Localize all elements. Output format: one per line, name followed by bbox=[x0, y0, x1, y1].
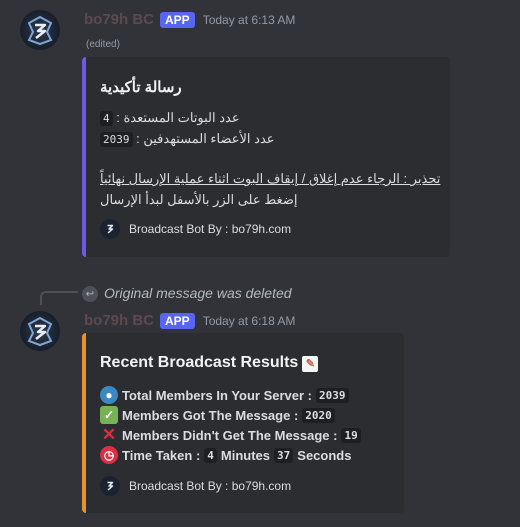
time-seconds-unit: Seconds bbox=[297, 447, 352, 463]
time-taken-line: ◷ Time Taken : 4 Minutes 37 Seconds bbox=[100, 446, 351, 464]
results-embed: Recent Broadcast Results ✎ ● Total Member… bbox=[82, 333, 404, 513]
total-members-line: ● Total Members In Your Server : 2039 bbox=[100, 386, 349, 404]
ready-bots-line: عدد البوتات المستعدة : 4 bbox=[100, 110, 240, 126]
members-icon: ● bbox=[100, 386, 118, 404]
cross-icon: ✕ bbox=[101, 425, 117, 444]
embed-title: Recent Broadcast Results ✎ bbox=[100, 354, 319, 372]
target-members-value: 2039 bbox=[100, 132, 133, 147]
message2-header: bo79h BC APP Today at 6:18 AM bbox=[84, 312, 295, 329]
app-badge: APP bbox=[160, 312, 195, 329]
message1-header: bo79h BC APP Today at 6:13 AM bbox=[84, 11, 295, 28]
target-members-line: عدد الأعضاء المستهدفين : 2039 bbox=[100, 131, 275, 147]
footer-logo-icon bbox=[100, 476, 120, 496]
bot-avatar[interactable] bbox=[20, 10, 60, 50]
embed-footer: Broadcast Bot By : bo79h.com bbox=[100, 219, 291, 239]
got-message-label: Members Got The Message : bbox=[122, 407, 299, 423]
ready-bots-value: 4 bbox=[100, 111, 113, 126]
got-message-value: 2020 bbox=[302, 407, 335, 423]
bot-avatar[interactable] bbox=[20, 311, 60, 351]
time-taken-label: Time Taken : bbox=[122, 447, 201, 463]
embed-footer: Broadcast Bot By : bo79h.com bbox=[100, 476, 291, 496]
instruction-text: إضغط على الزر بالأسفل لبدأ الإرسال bbox=[100, 192, 298, 207]
ready-bots-label: عدد البوتات المستعدة : bbox=[116, 110, 240, 125]
username[interactable]: bo79h BC bbox=[84, 11, 154, 28]
failed-message-line: ✕ Members Didn't Get The Message : 19 bbox=[100, 426, 361, 444]
footer-text: Broadcast Bot By : bo79h.com bbox=[129, 479, 292, 493]
memo-icon: ✎ bbox=[302, 356, 319, 372]
username[interactable]: bo79h BC bbox=[84, 312, 154, 329]
total-members-value: 2039 bbox=[316, 387, 349, 403]
footer-text: Broadcast Bot By : bo79h.com bbox=[129, 222, 292, 236]
reply-deleted-text[interactable]: Original message was deleted bbox=[104, 285, 292, 301]
timestamp[interactable]: Today at 6:18 AM bbox=[203, 314, 296, 328]
reply-connector bbox=[40, 291, 78, 305]
timestamp[interactable]: Today at 6:13 AM bbox=[203, 13, 296, 27]
failed-message-value: 19 bbox=[341, 427, 361, 443]
edited-label: (edited) bbox=[86, 39, 120, 50]
got-message-line: ✓ Members Got The Message : 2020 bbox=[100, 406, 335, 424]
footer-logo-icon bbox=[100, 219, 120, 239]
failed-message-label: Members Didn't Get The Message : bbox=[122, 427, 338, 443]
target-members-label: عدد الأعضاء المستهدفين : bbox=[136, 131, 275, 146]
time-minutes-value: 4 bbox=[204, 447, 217, 463]
embed-title-text: Recent Broadcast Results bbox=[100, 354, 299, 371]
time-minutes-unit: Minutes bbox=[220, 447, 271, 463]
app-badge: APP bbox=[160, 11, 195, 28]
checkmark-icon: ✓ bbox=[100, 406, 118, 424]
reply-arrow-icon: ↩ bbox=[82, 286, 98, 302]
total-members-label: Total Members In Your Server : bbox=[122, 387, 312, 403]
warning-text: تحذير : الرجاء عدم إغلاق / إيقاف البوت ا… bbox=[100, 171, 441, 186]
embed-title: رسالة تأكيدية bbox=[100, 79, 182, 96]
bot-logo-icon bbox=[27, 15, 53, 46]
time-seconds-value: 37 bbox=[274, 447, 294, 463]
alarm-clock-icon: ◷ bbox=[100, 446, 118, 464]
confirmation-embed: رسالة تأكيدية عدد البوتات المستعدة : 4 ع… bbox=[82, 57, 450, 257]
bot-logo-icon bbox=[27, 316, 53, 347]
